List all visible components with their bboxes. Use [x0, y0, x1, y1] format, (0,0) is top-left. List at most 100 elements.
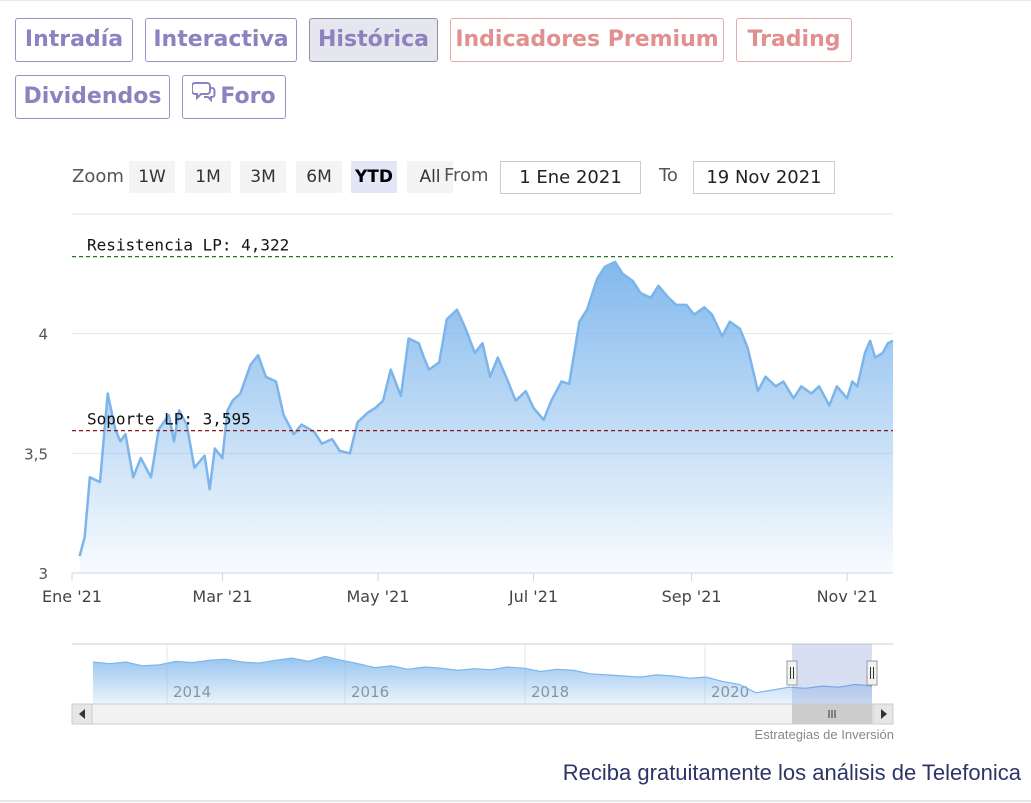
data-point	[765, 376, 767, 378]
data-point	[301, 424, 303, 426]
data-point	[89, 476, 91, 478]
data-point	[782, 381, 784, 383]
data-point	[818, 385, 820, 387]
data-point	[107, 393, 109, 395]
data-point	[173, 440, 175, 442]
data-point	[622, 273, 624, 275]
data-point	[851, 381, 853, 383]
price-chart: Resistencia LP: 4,322 Soporte LP: 3,595 3…	[24, 213, 894, 725]
data-point	[650, 297, 652, 299]
y-tick-label: 3,5	[24, 445, 48, 463]
data-point	[747, 347, 749, 349]
data-point	[793, 397, 795, 399]
scroll-right-button[interactable]	[872, 703, 894, 725]
data-point	[711, 314, 713, 316]
navigator-right-handle[interactable]	[866, 660, 878, 686]
data-point	[209, 488, 211, 490]
data-point	[382, 400, 384, 402]
navigator-area	[93, 656, 872, 704]
data-point	[331, 438, 333, 440]
data-point	[418, 342, 420, 344]
data-point	[757, 390, 759, 392]
data-point	[543, 419, 545, 421]
data-point	[150, 476, 152, 478]
data-point	[357, 421, 359, 423]
data-point	[775, 385, 777, 387]
data-point	[321, 443, 323, 445]
data-point	[507, 381, 509, 383]
data-point	[596, 278, 598, 280]
data-point	[657, 285, 659, 287]
data-point	[349, 452, 351, 454]
data-point	[221, 457, 223, 459]
scroll-left-button[interactable]	[71, 703, 93, 725]
cta-text[interactable]: Reciba gratuitamente los análisis de Tel…	[563, 760, 1021, 786]
data-point	[125, 433, 127, 435]
data-point	[668, 297, 670, 299]
handle-body	[866, 660, 878, 686]
data-point	[283, 414, 285, 416]
data-point	[568, 383, 570, 385]
data-point	[632, 280, 634, 282]
data-point	[686, 304, 688, 306]
data-point	[84, 536, 86, 538]
data-point	[367, 412, 369, 414]
data-point	[864, 352, 866, 354]
x-tick-label: Nov '21	[817, 587, 878, 606]
data-point	[99, 481, 101, 483]
data-point	[561, 381, 563, 383]
scrollbar-track[interactable]	[71, 703, 894, 725]
data-point	[675, 304, 677, 306]
x-tick-label: Ene '21	[42, 587, 102, 606]
data-point	[423, 357, 425, 359]
data-point	[265, 376, 267, 378]
data-point	[887, 342, 889, 344]
data-point	[497, 357, 499, 359]
data-point	[204, 455, 206, 457]
data-point	[810, 393, 812, 395]
data-point	[482, 342, 484, 344]
data-point	[703, 306, 705, 308]
resistance-label: Resistencia LP: 4,322	[87, 236, 289, 255]
data-point	[456, 309, 458, 311]
data-point	[428, 369, 430, 371]
data-point	[132, 476, 134, 478]
data-point	[892, 340, 894, 342]
data-point	[550, 400, 552, 402]
data-point	[79, 555, 81, 557]
data-point	[250, 364, 252, 366]
navigator-left-handle[interactable]	[786, 660, 798, 686]
data-point	[693, 314, 695, 316]
handle-body	[786, 660, 798, 686]
data-point	[846, 397, 848, 399]
data-point	[614, 261, 616, 263]
data-point	[836, 385, 838, 387]
data-point	[828, 405, 830, 407]
y-tick-label: 3	[38, 565, 48, 583]
data-point	[140, 457, 142, 459]
data-point	[533, 407, 535, 409]
x-tick-label: Jul '21	[508, 587, 558, 606]
data-point	[464, 326, 466, 328]
bottom-divider	[0, 800, 1031, 802]
data-point	[739, 328, 741, 330]
chart-credit[interactable]: Estrategias de Inversión	[755, 727, 894, 742]
navigator-selection[interactable]	[792, 644, 872, 704]
data-point	[446, 318, 448, 320]
data-point	[640, 292, 642, 294]
data-point	[390, 369, 392, 371]
data-point	[408, 338, 410, 340]
data-point	[869, 340, 871, 342]
data-point	[489, 376, 491, 378]
x-tick-label: Mar '21	[192, 587, 252, 606]
support-label: Soporte LP: 3,595	[87, 410, 251, 429]
data-point	[800, 385, 802, 387]
scrollbar-thumb[interactable]	[792, 704, 872, 724]
data-point	[239, 393, 241, 395]
data-point	[604, 266, 606, 268]
data-point	[874, 357, 876, 359]
x-tick-label: May '21	[347, 587, 410, 606]
data-point	[257, 354, 259, 356]
data-point	[438, 361, 440, 363]
data-point	[193, 467, 195, 469]
